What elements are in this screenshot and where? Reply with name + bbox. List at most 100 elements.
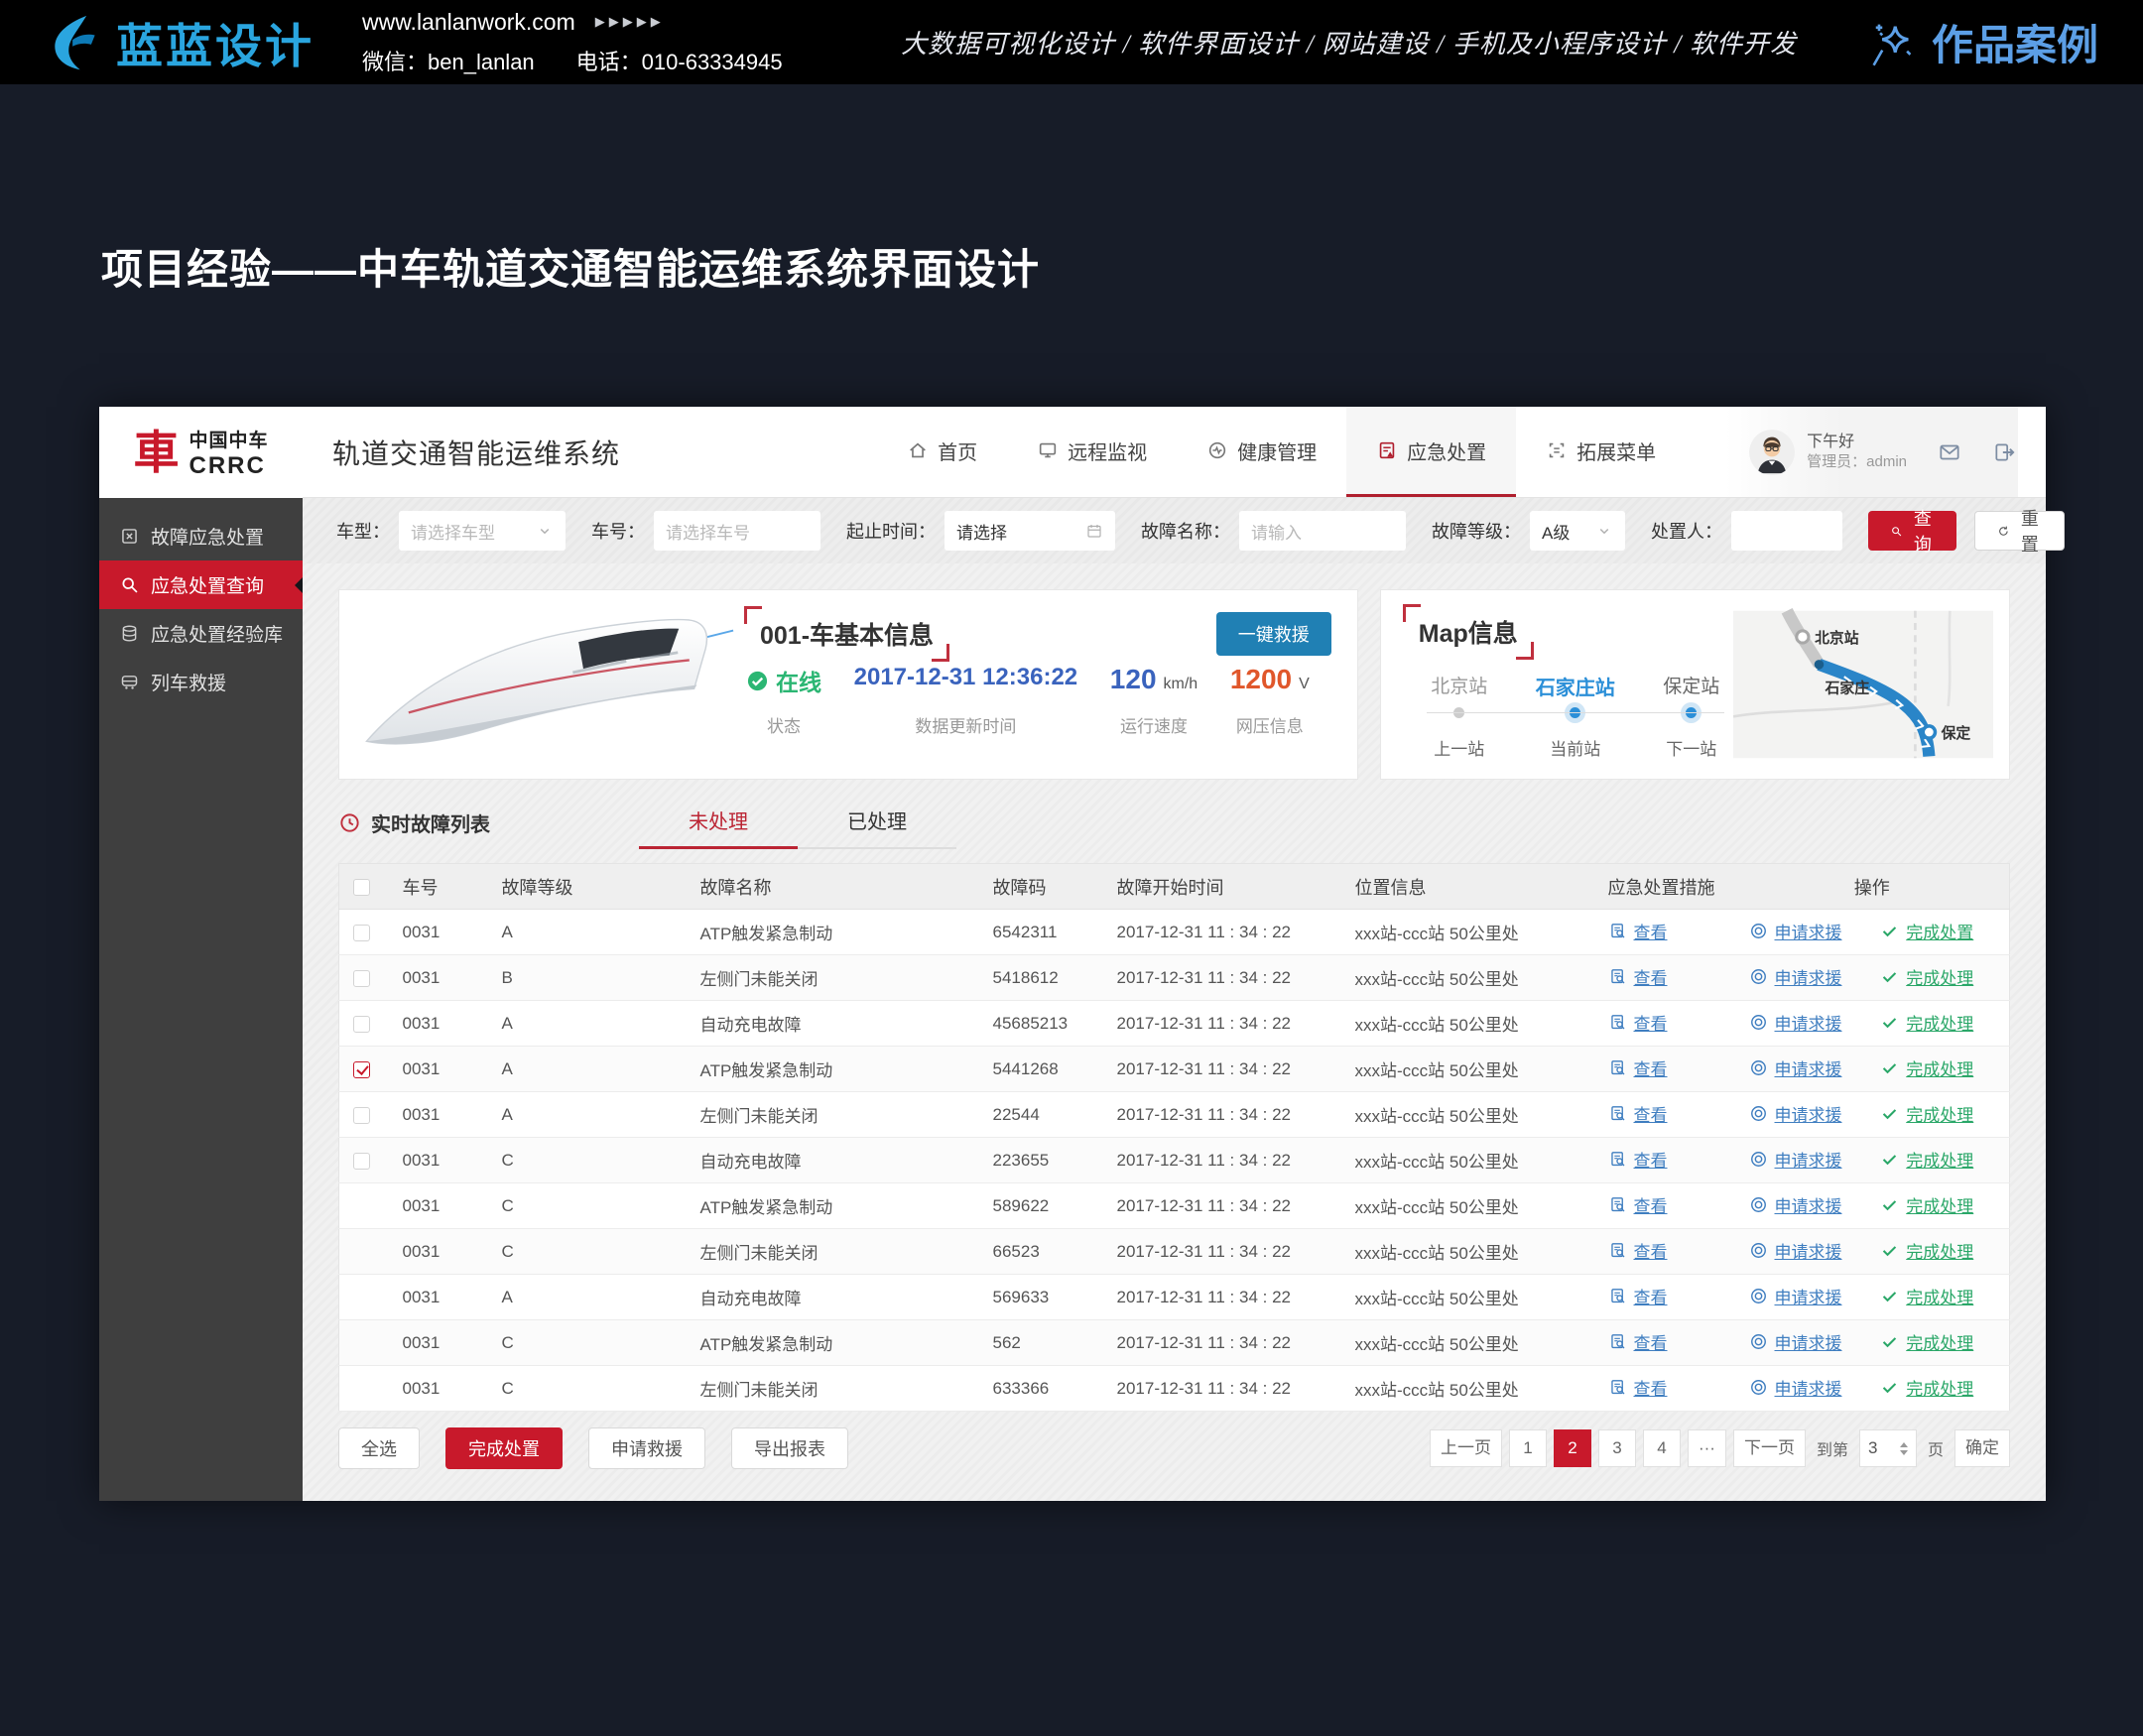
one-key-rescue-button[interactable]: 一键救援 <box>1216 612 1331 656</box>
complete-link[interactable]: 完成处理 <box>1880 1055 1973 1080</box>
reset-button[interactable]: 重置 <box>1974 511 2065 551</box>
page-button-4[interactable]: 4 <box>1643 1429 1681 1467</box>
view-link[interactable]: 查看 <box>1608 1284 1668 1308</box>
check-circle-icon <box>746 670 769 692</box>
view-link[interactable]: 查看 <box>1608 1375 1668 1400</box>
train-stat-4: 1200V网压信息 <box>1230 664 1310 737</box>
request-rescue-link[interactable]: 申请求援 <box>1749 919 1842 943</box>
complete-link[interactable]: 完成处理 <box>1880 1329 1973 1354</box>
check-icon <box>1880 1378 1899 1397</box>
sidebar-item-1[interactable]: 故障应急处置 <box>99 512 303 560</box>
bulk-action-button-2[interactable]: 完成处置 <box>445 1427 563 1469</box>
lifebuoy-icon <box>1749 1287 1768 1305</box>
goto-confirm-button[interactable]: 确定 <box>1954 1429 2010 1467</box>
page-button-2[interactable]: 2 <box>1554 1429 1591 1467</box>
request-rescue-link[interactable]: 申请求援 <box>1749 1375 1842 1400</box>
row-checkbox[interactable] <box>353 925 370 941</box>
sidebar-item-4[interactable]: 列车救援 <box>99 658 303 706</box>
doc-search-icon <box>1608 1287 1627 1305</box>
train-rescue-icon <box>119 672 140 692</box>
complete-link[interactable]: 完成处理 <box>1880 1375 1973 1400</box>
row-checkbox[interactable] <box>353 1107 370 1124</box>
complete-link[interactable]: 完成处理 <box>1880 1284 1973 1308</box>
complete-link[interactable]: 完成处理 <box>1880 1238 1973 1263</box>
map-card-title: Map信息 <box>1403 604 1534 660</box>
goto-page-input[interactable]: 3 <box>1859 1429 1917 1467</box>
request-rescue-link[interactable]: 申请求援 <box>1749 1055 1842 1080</box>
doc-search-icon <box>1608 1195 1627 1214</box>
query-button[interactable]: 查询 <box>1868 511 1956 551</box>
nav-item-3[interactable]: 健康管理 <box>1177 407 1346 497</box>
request-rescue-link[interactable]: 申请求援 <box>1749 1147 1842 1172</box>
cell-fault-code: 633366 <box>979 1366 1103 1412</box>
request-rescue-link[interactable]: 申请求援 <box>1749 964 1842 989</box>
check-icon <box>1880 1241 1899 1260</box>
bulk-action-button-1[interactable]: 全选 <box>338 1427 420 1469</box>
page-stepper-icon[interactable] <box>1900 1438 1908 1459</box>
complete-link[interactable]: 完成处理 <box>1880 1010 1973 1035</box>
sidebar-item-2[interactable]: 应急处置查询 <box>99 560 303 609</box>
view-link[interactable]: 查看 <box>1608 919 1668 943</box>
row-checkbox[interactable] <box>353 970 370 987</box>
tab-2[interactable]: 已处理 <box>798 806 956 849</box>
complete-link[interactable]: 完成处理 <box>1880 1192 1973 1217</box>
view-link[interactable]: 查看 <box>1608 1101 1668 1126</box>
request-rescue-link[interactable]: 申请求援 <box>1749 1284 1842 1308</box>
nav-item-1[interactable]: 首页 <box>877 407 1007 497</box>
view-link[interactable]: 查看 <box>1608 964 1668 989</box>
row-checkbox[interactable] <box>353 1016 370 1033</box>
map-label-baoding: 保定 <box>1941 724 1971 742</box>
column-header-5: 故障开始时间 <box>1103 864 1341 910</box>
page-button-3[interactable]: 3 <box>1598 1429 1636 1467</box>
train-type-select[interactable]: 请选择车型 <box>399 511 566 551</box>
next-page-button[interactable]: 下一页 <box>1733 1429 1806 1467</box>
request-rescue-link[interactable]: 申请求援 <box>1749 1010 1842 1035</box>
handler-input[interactable] <box>1731 511 1842 551</box>
select-all-checkbox[interactable] <box>353 879 370 896</box>
complete-link[interactable]: 完成处理 <box>1880 1101 1973 1126</box>
portfolio-link[interactable]: 作品案例 <box>1866 12 2098 72</box>
view-link[interactable]: 查看 <box>1608 1147 1668 1172</box>
request-rescue-link[interactable]: 申请求援 <box>1749 1238 1842 1263</box>
nav-item-2[interactable]: 远程监视 <box>1007 407 1177 497</box>
greeting: 下午好 <box>1807 432 1907 453</box>
request-rescue-link[interactable]: 申请求援 <box>1749 1101 1842 1126</box>
complete-link[interactable]: 完成处理 <box>1880 1147 1973 1172</box>
cell-train-no: 0031 <box>389 1275 488 1320</box>
fault-level-select[interactable]: A级 <box>1530 511 1625 551</box>
view-link[interactable]: 查看 <box>1608 1010 1668 1035</box>
complete-link[interactable]: 完成处理 <box>1880 964 1973 989</box>
view-link[interactable]: 查看 <box>1608 1329 1668 1354</box>
request-rescue-link[interactable]: 申请求援 <box>1749 1329 1842 1354</box>
complete-link[interactable]: 完成处置 <box>1880 919 1973 943</box>
avatar[interactable] <box>1749 430 1795 475</box>
health-icon <box>1206 439 1228 461</box>
bulk-action-button-3[interactable]: 申请救援 <box>588 1427 705 1469</box>
nav-item-5[interactable]: 拓展菜单 <box>1516 407 1686 497</box>
bulk-action-button-4[interactable]: 导出报表 <box>731 1427 848 1469</box>
prev-page-button[interactable]: 上一页 <box>1430 1429 1502 1467</box>
page-button-1[interactable]: 1 <box>1509 1429 1547 1467</box>
row-checkbox[interactable] <box>353 1061 370 1078</box>
cell-fault-code: 5441268 <box>979 1047 1103 1092</box>
lanlan-logo[interactable]: 蓝蓝设计 <box>45 8 315 76</box>
mail-icon[interactable] <box>1937 439 1962 465</box>
logout-icon[interactable] <box>1992 439 2018 465</box>
tab-1[interactable]: 未处理 <box>639 806 798 849</box>
site-url[interactable]: www.lanlanwork.com <box>362 9 575 36</box>
cell-fault-level: C <box>488 1320 687 1366</box>
cell-fault-code: 589622 <box>979 1183 1103 1229</box>
train-no-input[interactable]: 请选择车号 <box>654 511 820 551</box>
date-range-picker[interactable]: 请选择 <box>945 511 1115 551</box>
cell-location: xxx站-ccc站 50公里处 <box>1341 1366 1594 1412</box>
view-link[interactable]: 查看 <box>1608 1055 1668 1080</box>
fault-name-input[interactable]: 请输入 <box>1239 511 1406 551</box>
request-rescue-link[interactable]: 申请求援 <box>1749 1192 1842 1217</box>
cell-fault-level: C <box>488 1138 687 1183</box>
cell-fault-level: A <box>488 1047 687 1092</box>
sidebar-item-3[interactable]: 应急处置经验库 <box>99 609 303 658</box>
row-checkbox[interactable] <box>353 1153 370 1170</box>
view-link[interactable]: 查看 <box>1608 1238 1668 1263</box>
nav-item-4[interactable]: 应急处置 <box>1346 407 1516 497</box>
view-link[interactable]: 查看 <box>1608 1192 1668 1217</box>
